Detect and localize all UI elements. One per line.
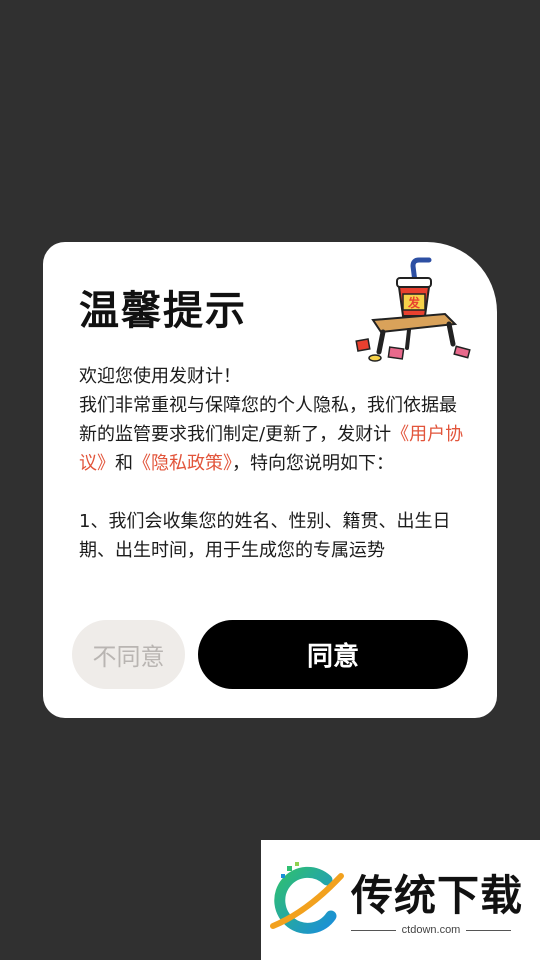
agreement-text-scroll[interactable]: 欢迎您使用发财计！ 我们非常重视与保障您的个人隐私，我们依据最新的监管要求我们制… xyxy=(79,362,464,588)
agreement-paragraph: 我们非常重视与保障您的个人隐私，我们依据最新的监管要求我们制定/更新了，发财计《… xyxy=(79,391,464,478)
fortune-stool-cup-illustration: 发 xyxy=(355,257,471,362)
agree-button[interactable]: 同意 xyxy=(198,620,468,689)
screen: 温馨提示 发 欢迎您使用发财计！ 我们非常重视与保障您的个人隐私，我们依据最新的… xyxy=(0,0,540,960)
watermark: 传统下载 ctdown.com xyxy=(261,840,540,960)
watermark-domain-row: ctdown.com xyxy=(351,924,512,936)
collection-paragraph: 1、我们会收集您的姓名、性别、籍贯、出生日期、出生时间，用于生成您的专属运势 xyxy=(79,511,451,561)
dialog-title: 温馨提示 xyxy=(79,288,247,334)
watermark-name: 传统下载 xyxy=(351,871,524,920)
watermark-domain: ctdown.com xyxy=(401,924,461,936)
divider xyxy=(466,929,512,931)
and-text: 和 xyxy=(115,453,133,474)
privacy-dialog: 温馨提示 发 欢迎您使用发财计！ 我们非常重视与保障您的个人隐私，我们依据最新的… xyxy=(43,242,497,718)
ctdown-logo-icon xyxy=(270,862,344,934)
privacy-policy-link[interactable]: 《隐私政策》 xyxy=(133,453,232,474)
svg-text:发: 发 xyxy=(407,295,421,310)
paragraph-text-end: ，特向您说明如下： xyxy=(232,453,394,474)
divider xyxy=(351,929,396,931)
disagree-button[interactable]: 不同意 xyxy=(72,620,185,689)
intro-text: 欢迎您使用发财计！ xyxy=(79,366,241,387)
